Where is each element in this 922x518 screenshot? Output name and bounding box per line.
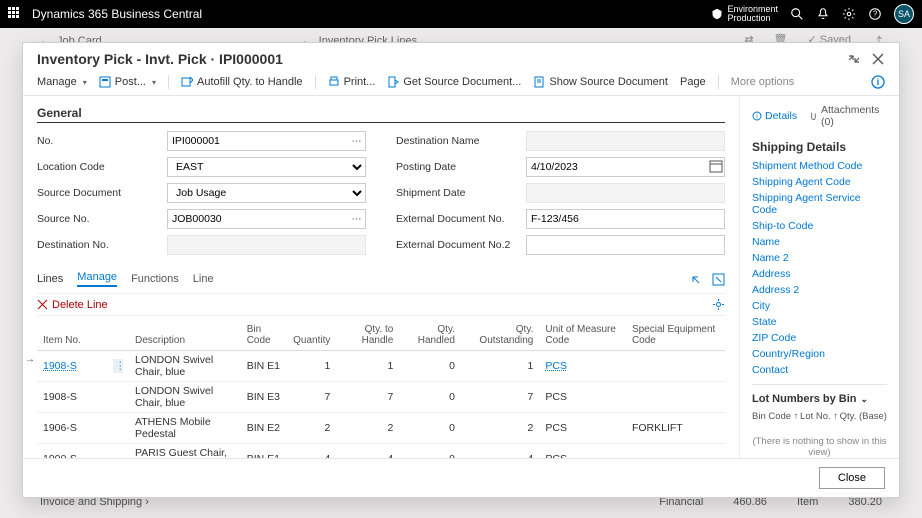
table-row[interactable]: 1900-SPARIS Guest Chair, blackBIN E14404… (37, 444, 725, 459)
sourceno-field[interactable] (167, 209, 366, 229)
bell-icon[interactable] (816, 7, 830, 21)
lot-empty-text: (There is nothing to show in this view) (752, 422, 887, 458)
shipping-field-link[interactable]: Shipping Agent Service Code (752, 192, 887, 216)
shipping-field-link[interactable]: ZIP Code (752, 332, 887, 344)
lines-tab-functions[interactable]: Functions (131, 273, 179, 285)
shipping-field-link[interactable]: State (752, 316, 887, 328)
factbox-pane: iDetails Attachments (0) Shipping Detail… (739, 96, 899, 458)
item-no-link[interactable]: 1908-S (43, 360, 77, 372)
shipping-field-link[interactable]: Address 2 (752, 284, 887, 296)
modal-toolbar: Manage Post... Autofill Qty. to Handle P… (23, 71, 899, 96)
delete-line-button[interactable]: Delete Line (37, 298, 108, 311)
user-avatar[interactable]: SA (894, 4, 914, 24)
background-footer: Invoice and Shipping › Financial 460.86 … (40, 496, 882, 518)
shipping-field-link[interactable]: City (752, 300, 887, 312)
svg-text:i: i (877, 77, 880, 87)
manage-menu[interactable]: Manage (37, 76, 87, 88)
table-row[interactable]: 1906-SATHENS Mobile PedestalBIN E22202PC… (37, 413, 725, 444)
app-launcher-icon[interactable] (8, 7, 22, 21)
inventory-pick-modal: Inventory Pick - Invt. Pick · IPI000001 … (22, 42, 900, 498)
shipdate-field (526, 183, 725, 203)
info-icon[interactable]: i (871, 75, 885, 89)
more-options[interactable]: More options (731, 76, 795, 88)
close-button[interactable]: Close (819, 467, 885, 489)
shipping-field-link[interactable]: Name (752, 236, 887, 248)
shipping-field-link[interactable]: Name 2 (752, 252, 887, 264)
general-section-title: General (37, 106, 725, 123)
expand-icon[interactable] (847, 52, 861, 66)
extdoc2-field[interactable] (526, 235, 725, 255)
search-icon[interactable] (790, 7, 804, 21)
row-menu-icon[interactable]: ⋮ (113, 359, 123, 373)
env-name: Production (727, 14, 778, 23)
no-lookup-icon[interactable]: ⋯ (348, 131, 366, 151)
app-topbar: Dynamics 365 Business Central Environmen… (0, 0, 922, 28)
help-icon[interactable]: ? (868, 7, 882, 21)
modal-title: Inventory Pick - Invt. Pick · IPI000001 (37, 51, 847, 67)
bg-invoice-shipping[interactable]: Invoice and Shipping › (40, 496, 149, 518)
svg-text:?: ? (873, 10, 878, 19)
no-field[interactable] (167, 131, 366, 151)
table-row[interactable]: →1908-S⋮LONDON Swivel Chair, blueBIN E11… (37, 351, 725, 382)
sourcedoc-field[interactable]: Job Usage (167, 183, 366, 203)
lines-settings-icon[interactable] (712, 298, 725, 311)
shipping-field-link[interactable]: Address (752, 268, 887, 280)
autofill-button[interactable]: Autofill Qty. to Handle (181, 76, 303, 88)
post-button[interactable]: Post... (99, 76, 156, 88)
sourceno-lookup-icon[interactable]: ⋯ (348, 209, 366, 229)
lines-grid: Item No. Description Bin Code Quantity Q… (37, 320, 725, 458)
table-row[interactable]: 1908-SLONDON Swivel Chair, blueBIN E3770… (37, 382, 725, 413)
lot-numbers-title[interactable]: Lot Numbers by Bin⌄ (752, 393, 887, 405)
row-indicator-icon: → (25, 354, 35, 365)
page-menu[interactable]: Page (680, 76, 706, 88)
lines-tab-line[interactable]: Line (193, 273, 214, 285)
app-title: Dynamics 365 Business Central (32, 7, 202, 21)
close-icon[interactable] (871, 52, 885, 66)
shipping-field-link[interactable]: Contact (752, 364, 887, 376)
lot-col-lotno[interactable]: Lot No. ↑ (800, 411, 838, 422)
lines-share-icon[interactable] (689, 273, 702, 286)
gear-icon[interactable] (842, 7, 856, 21)
shipping-details-title: Shipping Details (752, 140, 887, 154)
lines-title: Lines (37, 273, 63, 285)
environment-indicator[interactable]: EnvironmentProduction (711, 5, 778, 23)
shipping-field-link[interactable]: Shipment Method Code (752, 160, 887, 172)
calendar-icon[interactable] (709, 159, 723, 173)
shipping-field-link[interactable]: Shipping Agent Code (752, 176, 887, 188)
destname-field (526, 131, 725, 151)
lot-col-bincode[interactable]: Bin Code ↑ (752, 411, 798, 422)
destno-field (167, 235, 366, 255)
lines-expand-icon[interactable] (712, 273, 725, 286)
lot-col-qty[interactable]: Qty. (Base) (840, 411, 887, 422)
print-button[interactable]: Print... (328, 76, 376, 88)
getsource-button[interactable]: Get Source Document... (387, 76, 521, 88)
shipping-field-link[interactable]: Country/Region (752, 348, 887, 360)
location-field[interactable]: EAST (167, 157, 366, 177)
details-tab[interactable]: iDetails (752, 104, 797, 128)
showsource-button[interactable]: Show Source Document (533, 76, 668, 88)
lines-tab-manage[interactable]: Manage (77, 271, 117, 287)
modal-main: General No.⋯ Location CodeEAST Source Do… (23, 96, 739, 458)
shipping-field-link[interactable]: Ship-to Code (752, 220, 887, 232)
attachments-tab[interactable]: Attachments (0) (809, 104, 887, 128)
posting-field[interactable] (526, 157, 725, 177)
uom-link[interactable]: PCS (545, 360, 567, 372)
extdoc-field[interactable] (526, 209, 725, 229)
